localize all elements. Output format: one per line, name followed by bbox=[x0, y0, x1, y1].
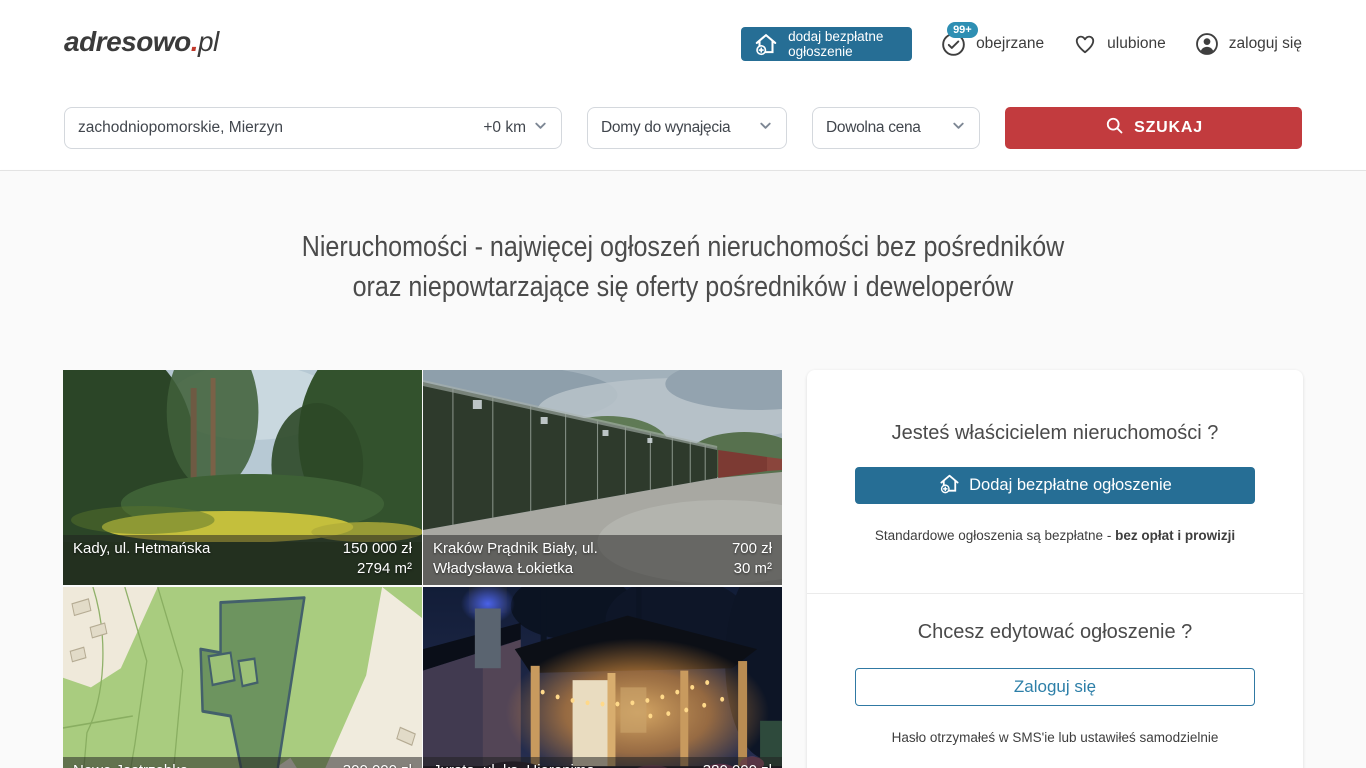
listing-card[interactable]: Nowe Jastrzębko 300 000 zł bbox=[63, 587, 422, 768]
listing-photo-gazebo bbox=[423, 587, 782, 768]
add-listing-sidebar-button[interactable]: Dodaj bezpłatne ogłoszenie bbox=[855, 467, 1255, 504]
logo-dot: . bbox=[191, 26, 198, 57]
page-title: Nieruchomości - najwięcej ogłoszeń nieru… bbox=[82, 227, 1284, 307]
owner-panel: Jesteś właścicielem nieruchomości ? Doda… bbox=[807, 370, 1303, 593]
viewed-link[interactable]: 99+ obejrzane bbox=[940, 31, 1044, 58]
logo[interactable]: adresowo.pl bbox=[64, 26, 219, 58]
heart-outline-icon bbox=[1072, 31, 1098, 57]
price-select[interactable]: Dowolna cena bbox=[812, 107, 980, 149]
listing-caption: Kady, ul. Hetmańska 150 000 zł 2794 m² bbox=[63, 535, 422, 585]
listing-name: Kraków Prądnik Biały, ul. Władysława Łok… bbox=[433, 539, 630, 579]
login-sidebar-button[interactable]: Zaloguj się bbox=[855, 668, 1255, 706]
listing-area: 30 m² bbox=[734, 560, 772, 577]
owner-note-text: Standardowe ogłoszenia są bezpłatne - bbox=[875, 528, 1115, 543]
listing-area: 2794 m² bbox=[357, 560, 412, 577]
radius-value: +0 km bbox=[483, 119, 526, 137]
add-listing-label: dodaj bezpłatne ogłoszenie bbox=[788, 29, 900, 59]
login-label: zaloguj się bbox=[1229, 35, 1302, 53]
page-title-line2: oraz niepowtarzające się oferty pośredni… bbox=[353, 271, 1014, 303]
search-button-label: SZUKAJ bbox=[1134, 119, 1203, 137]
site-header: adresowo.pl dodaj bezpłatne ogłoszenie bbox=[0, 0, 1366, 88]
listing-card[interactable]: Kady, ul. Hetmańska 150 000 zł 2794 m² bbox=[63, 370, 422, 585]
add-listing-button[interactable]: dodaj bezpłatne ogłoszenie bbox=[741, 27, 912, 61]
radius-selector[interactable]: +0 km bbox=[483, 118, 548, 138]
listing-name: Kady, ul. Hetmańska bbox=[73, 539, 210, 579]
search-bar: zachodniopomorskie, Mierzyn +0 km Domy d… bbox=[64, 107, 1302, 149]
chevron-down-icon bbox=[758, 118, 773, 138]
listing-name: Nowe Jastrzębko bbox=[73, 761, 188, 768]
listing-price: 150 000 zł bbox=[343, 540, 412, 557]
chevron-down-icon bbox=[533, 118, 548, 138]
favorites-link[interactable]: ulubione bbox=[1072, 31, 1166, 57]
user-circle-icon bbox=[1194, 31, 1220, 57]
location-input[interactable]: zachodniopomorskie, Mierzyn +0 km bbox=[64, 107, 562, 149]
viewed-count-badge: 99+ bbox=[947, 22, 978, 38]
magnifier-icon bbox=[1104, 115, 1125, 141]
house-plus-icon bbox=[938, 472, 961, 500]
owner-note: Standardowe ogłoszenia są bezpłatne - be… bbox=[855, 528, 1255, 543]
listings-grid: Kady, ul. Hetmańska 150 000 zł 2794 m² bbox=[63, 370, 782, 768]
listing-photo-map bbox=[63, 587, 422, 768]
favorites-label: ulubione bbox=[1107, 35, 1166, 53]
house-plus-icon bbox=[753, 31, 779, 57]
listing-name: Jurata, ul. ks. Hieronima bbox=[433, 761, 595, 768]
property-type-select[interactable]: Domy do wynajęcia bbox=[587, 107, 787, 149]
listing-price: 380 000 zł bbox=[703, 762, 772, 768]
page: adresowo.pl dodaj bezpłatne ogłoszenie bbox=[0, 0, 1366, 768]
property-type-value: Domy do wynajęcia bbox=[601, 119, 730, 137]
logo-text: adresowo bbox=[64, 26, 191, 57]
listing-price: 300 000 zł bbox=[343, 762, 412, 768]
owner-note-bold: bez opłat i prowizji bbox=[1115, 528, 1235, 543]
edit-panel: Chcesz edytować ogłoszenie ? Zaloguj się… bbox=[807, 594, 1303, 768]
listing-caption: Jurata, ul. ks. Hieronima 380 000 zł bbox=[423, 757, 782, 768]
edit-note: Hasło otrzymałeś w SMS'ie lub ustawiłeś … bbox=[855, 730, 1255, 745]
header-actions: dodaj bezpłatne ogłoszenie 99+ obejrzane bbox=[741, 0, 1302, 88]
location-value: zachodniopomorskie, Mierzyn bbox=[78, 119, 283, 137]
listing-caption: Kraków Prądnik Biały, ul. Władysława Łok… bbox=[423, 535, 782, 585]
login-sidebar-label: Zaloguj się bbox=[1014, 677, 1096, 697]
page-title-line1: Nieruchomości - najwięcej ogłoszeń nieru… bbox=[302, 231, 1065, 263]
viewed-label: obejrzane bbox=[976, 35, 1044, 53]
listing-caption: Nowe Jastrzębko 300 000 zł bbox=[63, 757, 422, 768]
sidebar: Jesteś właścicielem nieruchomości ? Doda… bbox=[807, 370, 1303, 768]
listing-card[interactable]: Jurata, ul. ks. Hieronima 380 000 zł bbox=[423, 587, 782, 768]
edit-heading: Chcesz edytować ogłoszenie ? bbox=[855, 621, 1255, 644]
owner-heading: Jesteś właścicielem nieruchomości ? bbox=[855, 422, 1255, 445]
login-link[interactable]: zaloguj się bbox=[1194, 31, 1302, 57]
listing-card[interactable]: Kraków Prądnik Biały, ul. Władysława Łok… bbox=[423, 370, 782, 585]
logo-tld: pl bbox=[198, 26, 219, 57]
check-circle-icon: 99+ bbox=[940, 31, 967, 58]
add-listing-sidebar-label: Dodaj bezpłatne ogłoszenie bbox=[969, 476, 1172, 495]
search-button[interactable]: SZUKAJ bbox=[1005, 107, 1302, 149]
chevron-down-icon bbox=[951, 118, 966, 138]
listing-price: 700 zł bbox=[732, 540, 772, 557]
price-value: Dowolna cena bbox=[826, 119, 921, 137]
